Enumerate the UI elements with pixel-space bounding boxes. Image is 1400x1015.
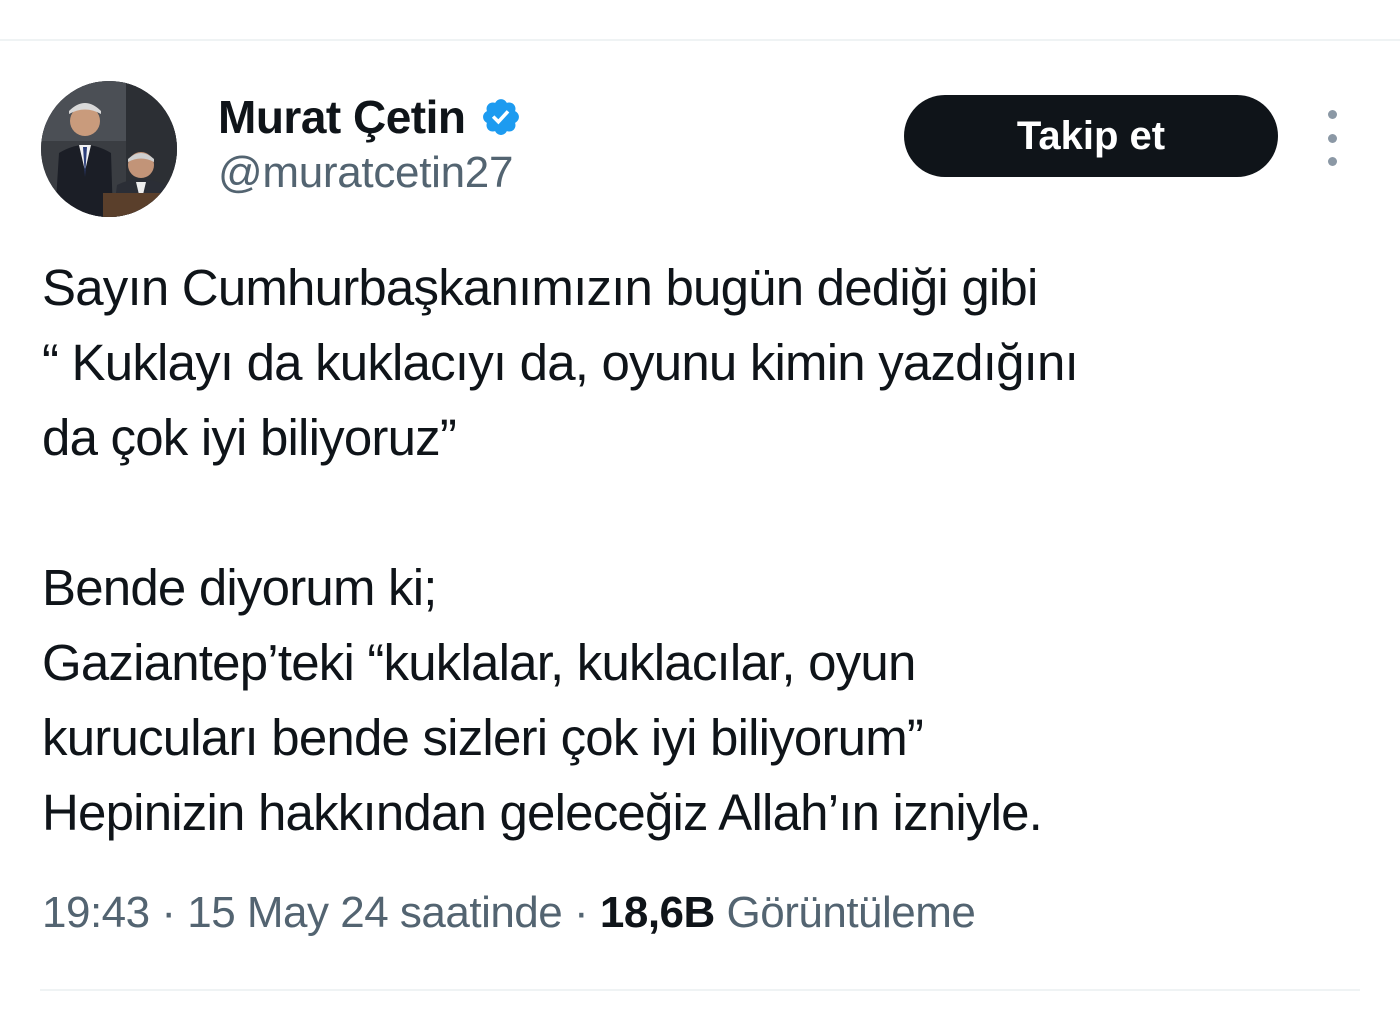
views-label: Görüntüleme [726,888,976,937]
tweet-text-line: Gaziantep’teki “kuklalar, kuklacılar, oy… [42,634,916,691]
follow-button[interactable]: Takip et [904,95,1278,177]
more-dot [1327,157,1337,166]
more-vertical-icon[interactable] [1312,110,1352,166]
tweet-text: Sayın Cumhurbaşkanımızın bugün dediği gi… [42,250,1362,850]
tweet-text-line: da çok iyi biliyoruz” [42,409,457,466]
tweet-text-line: Bende diyorum ki; [42,559,437,616]
bottom-divider [40,989,1360,991]
top-divider [0,39,1400,41]
tweet-text-line: “ Kuklayı da kuklacıyı da, oyunu kimin y… [42,334,1079,391]
meta-separator: · [562,888,600,937]
name-row: Murat Çetin [218,90,522,144]
author-handle[interactable]: @muratcetin27 [218,148,522,198]
tweet-time[interactable]: 19:43 [42,888,150,937]
tweet-text-line: Hepinizin hakkından geleceğiz Allah’ın i… [42,784,1043,841]
author-info: Murat Çetin @muratcetin27 [218,90,522,198]
more-dot [1327,110,1337,119]
more-dot [1327,133,1337,143]
tweet-text-line: kurucuları bende sizleri çok iyi biliyor… [42,709,924,766]
author-display-name[interactable]: Murat Çetin [218,90,466,144]
profile-photo [41,81,177,217]
tweet-meta: 19:43 · 15 May 24 saatinde · 18,6B Görün… [42,888,976,938]
tweet-date[interactable]: 15 May 24 saatinde [187,888,563,937]
verified-badge-icon [480,96,522,138]
views-count: 18,6B [599,888,715,937]
meta-separator: · [149,888,188,937]
tweet-text-line: Sayın Cumhurbaşkanımızın bugün dediği gi… [42,259,1038,316]
avatar[interactable] [41,81,177,217]
